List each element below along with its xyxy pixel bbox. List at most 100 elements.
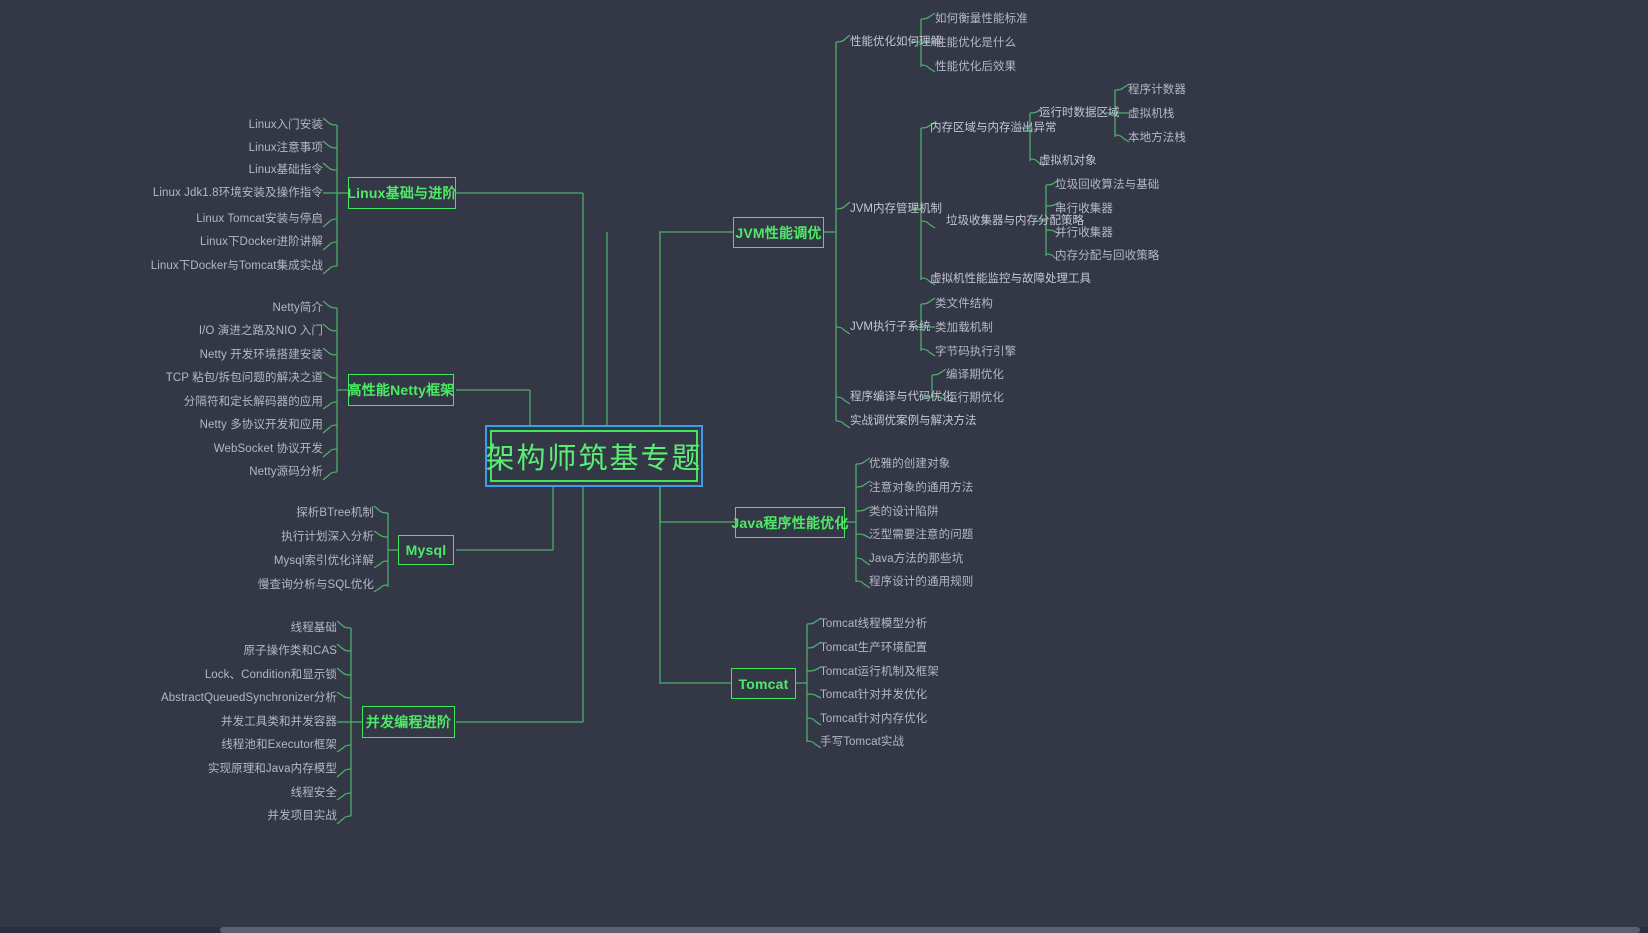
list-item[interactable]: 泛型需要注意的问题 bbox=[869, 528, 973, 542]
list-item[interactable]: Netty 多协议开发和应用 bbox=[200, 418, 323, 432]
list-item[interactable]: 如何衡量性能标准 bbox=[935, 12, 1028, 26]
branch-label[interactable]: 性能优化如何理解 bbox=[850, 35, 942, 49]
list-item[interactable]: 手写Tomcat实战 bbox=[820, 735, 904, 749]
leaf-label: 执行计划深入分析 bbox=[281, 531, 374, 543]
horizontal-scrollbar[interactable] bbox=[0, 927, 1648, 933]
list-item[interactable]: 性能优化后效果 bbox=[935, 60, 1016, 74]
horizontal-scrollbar-thumb[interactable] bbox=[220, 927, 1640, 933]
list-item[interactable]: Tomcat生产环境配置 bbox=[820, 641, 927, 655]
branch-label[interactable]: 实战调优案例与解决方法 bbox=[850, 414, 977, 428]
root-node[interactable]: 架构师筑基专题 bbox=[485, 425, 703, 487]
leaf-label: 泛型需要注意的问题 bbox=[869, 529, 974, 541]
leaf-label: Netty 多协议开发和应用 bbox=[199, 419, 323, 431]
list-item[interactable]: 程序计数器 bbox=[1128, 83, 1186, 97]
leaf-label: 手写Tomcat实战 bbox=[820, 736, 905, 748]
root-node-label: 架构师筑基专题 bbox=[486, 430, 701, 482]
mindmap-canvas[interactable]: 架构师筑基专题 Linux基础与进阶 高性能Netty框架 Mysql 并发编程… bbox=[0, 0, 1648, 933]
list-item[interactable]: 注意对象的通用方法 bbox=[869, 481, 973, 495]
topic-jvm[interactable]: JVM性能调优 bbox=[733, 217, 824, 248]
list-item[interactable]: 性能优化是什么 bbox=[935, 36, 1016, 50]
list-item[interactable]: 字节码执行引擎 bbox=[935, 345, 1016, 359]
list-item[interactable]: Linux Jdk1.8环境安装及操作指令 bbox=[153, 186, 323, 200]
topic-netty[interactable]: 高性能Netty框架 bbox=[348, 374, 454, 406]
list-item[interactable]: Tomcat运行机制及框架 bbox=[820, 665, 939, 679]
leaf-label: Java方法的那些坑 bbox=[869, 553, 964, 565]
leaf-label: AbstractQueuedSynchronizer分析 bbox=[160, 692, 337, 704]
list-item[interactable]: 原子操作类和CAS bbox=[243, 644, 337, 658]
topic-tomcat[interactable]: Tomcat bbox=[731, 668, 796, 699]
branch-label[interactable]: 运行时数据区域 bbox=[1039, 106, 1120, 120]
list-item[interactable]: 内存分配与回收策略 bbox=[1055, 249, 1159, 263]
list-item[interactable]: 执行计划深入分析 bbox=[281, 530, 374, 544]
list-item[interactable]: Netty 开发环境搭建安装 bbox=[200, 348, 323, 362]
branch-label[interactable]: 虚拟机对象 bbox=[1039, 154, 1097, 168]
branch-label[interactable]: 程序编译与代码优化 bbox=[850, 390, 954, 404]
leaf-label: 优雅的创建对象 bbox=[869, 458, 951, 470]
leaf-label: Lock、Condition和显示锁 bbox=[204, 669, 337, 681]
list-item[interactable]: 探析BTree机制 bbox=[296, 506, 374, 520]
topic-linux[interactable]: Linux基础与进阶 bbox=[347, 177, 456, 209]
topic-concurrency[interactable]: 并发编程进阶 bbox=[362, 706, 455, 738]
list-item[interactable]: I/O 演进之路及NIO 入门 bbox=[199, 324, 323, 338]
branch-text: 内存区域与内存溢出异常 bbox=[930, 122, 1057, 134]
list-item[interactable]: Linux下Docker进阶讲解 bbox=[200, 235, 323, 249]
branch-text: 实战调优案例与解决方法 bbox=[850, 415, 977, 427]
list-item[interactable]: 编译期优化 bbox=[946, 368, 1004, 382]
list-item[interactable]: 类加载机制 bbox=[935, 321, 993, 335]
topic-jvm-label: JVM性能调优 bbox=[735, 224, 822, 241]
list-item[interactable]: 分隔符和定长解码器的应用 bbox=[184, 395, 323, 409]
leaf-label: Linux入门安装 bbox=[248, 119, 323, 131]
list-item[interactable]: 并行收集器 bbox=[1055, 226, 1113, 240]
leaf-label: TCP 粘包/拆包问题的解决之道 bbox=[165, 372, 323, 384]
list-item[interactable]: AbstractQueuedSynchronizer分析 bbox=[161, 691, 337, 705]
branch-label[interactable]: 内存区域与内存溢出异常 bbox=[930, 121, 1057, 135]
list-item[interactable]: 本地方法栈 bbox=[1128, 131, 1186, 145]
leaf-label: 线程安全 bbox=[290, 787, 337, 799]
leaf-label: 分隔符和定长解码器的应用 bbox=[183, 396, 323, 408]
list-item[interactable]: 程序设计的通用规则 bbox=[869, 575, 973, 589]
list-item[interactable]: 线程池和Executor框架 bbox=[221, 738, 337, 752]
leaf-label: 并发工具类和并发容器 bbox=[221, 716, 337, 728]
list-item[interactable]: TCP 粘包/拆包问题的解决之道 bbox=[166, 371, 323, 385]
list-item[interactable]: Linux Tomcat安装与停启 bbox=[196, 212, 323, 226]
list-item[interactable]: Tomcat线程模型分析 bbox=[820, 617, 927, 631]
list-item[interactable]: 并发项目实战 bbox=[267, 809, 337, 823]
list-item[interactable]: Tomcat针对内存优化 bbox=[820, 712, 927, 726]
list-item[interactable]: Tomcat针对并发优化 bbox=[820, 688, 927, 702]
list-item[interactable]: 运行期优化 bbox=[946, 391, 1004, 405]
list-item[interactable]: Netty简介 bbox=[272, 301, 323, 315]
leaf-label: 程序设计的通用规则 bbox=[869, 576, 974, 588]
branch-label[interactable]: JVM内存管理机制 bbox=[850, 202, 942, 216]
topic-mysql[interactable]: Mysql bbox=[398, 535, 454, 565]
list-item[interactable]: 串行收集器 bbox=[1055, 202, 1113, 216]
list-item[interactable]: 类文件结构 bbox=[935, 297, 993, 311]
list-item[interactable]: Linux注意事项 bbox=[249, 141, 323, 155]
leaf-label: 字节码执行引擎 bbox=[935, 346, 1017, 358]
list-item[interactable]: 垃圾回收算法与基础 bbox=[1055, 178, 1159, 192]
leaf-label: Tomcat针对并发优化 bbox=[820, 689, 928, 701]
list-item[interactable]: Linux基础指令 bbox=[249, 163, 323, 177]
list-item[interactable]: WebSocket 协议开发 bbox=[214, 442, 323, 456]
branch-text: 程序编译与代码优化 bbox=[850, 391, 954, 403]
list-item[interactable]: 优雅的创建对象 bbox=[869, 457, 950, 471]
list-item[interactable]: 线程安全 bbox=[291, 786, 337, 800]
list-item[interactable]: Lock、Condition和显示锁 bbox=[205, 668, 337, 682]
leaf-label: Netty 开发环境搭建安装 bbox=[199, 349, 323, 361]
topic-concurrency-label: 并发编程进阶 bbox=[365, 714, 452, 730]
branch-label[interactable]: 虚拟机性能监控与故障处理工具 bbox=[930, 272, 1091, 286]
list-item[interactable]: 慢查询分析与SQL优化 bbox=[258, 578, 374, 592]
branch-label[interactable]: JVM执行子系统 bbox=[850, 320, 931, 334]
list-item[interactable]: Netty源码分析 bbox=[249, 465, 323, 479]
leaf-label: 类的设计陷阱 bbox=[869, 506, 939, 518]
list-item[interactable]: Linux下Docker与Tomcat集成实战 bbox=[151, 259, 323, 273]
topic-java-perf[interactable]: Java程序性能优化 bbox=[731, 507, 848, 538]
leaf-label: 实现原理和Java内存模型 bbox=[207, 763, 337, 775]
list-item[interactable]: 类的设计陷阱 bbox=[869, 505, 939, 519]
list-item[interactable]: 并发工具类和并发容器 bbox=[221, 715, 337, 729]
list-item[interactable]: 实现原理和Java内存模型 bbox=[208, 762, 337, 776]
list-item[interactable]: Linux入门安装 bbox=[249, 118, 323, 132]
list-item[interactable]: Java方法的那些坑 bbox=[869, 552, 963, 566]
list-item[interactable]: Mysql索引优化详解 bbox=[274, 554, 374, 568]
list-item[interactable]: 虚拟机栈 bbox=[1128, 107, 1174, 121]
list-item[interactable]: 线程基础 bbox=[291, 621, 337, 635]
